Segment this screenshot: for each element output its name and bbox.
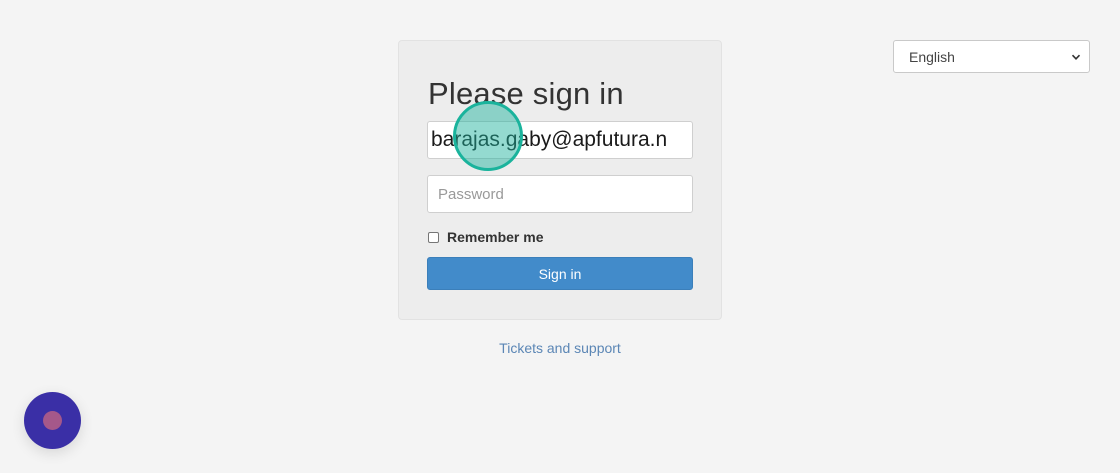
sign-in-page: English Please sign in barajas.gaby@apfu… [0, 0, 1120, 473]
tickets-support-link[interactable]: Tickets and support [0, 340, 1120, 356]
page-title: Please sign in [428, 76, 624, 111]
chat-launcher-button[interactable] [24, 392, 81, 449]
sign-in-card: Please sign in barajas.gaby@apfutura.n P… [398, 40, 722, 320]
sign-in-button-label: Sign in [538, 265, 582, 282]
chevron-down-icon [1071, 52, 1081, 62]
remember-me-label: Remember me [447, 229, 544, 245]
password-field[interactable]: Password [427, 175, 693, 213]
email-value: barajas.gaby@apfutura.n [431, 128, 668, 151]
tickets-support-link-label[interactable]: Tickets and support [499, 340, 621, 356]
sign-in-button[interactable]: Sign in [427, 257, 693, 290]
remember-me[interactable]: Remember me [428, 229, 544, 245]
remember-me-checkbox[interactable] [428, 231, 439, 243]
language-select-value: English [909, 48, 955, 65]
language-select[interactable]: English [893, 40, 1090, 73]
password-placeholder: Password [438, 185, 504, 203]
chat-icon [43, 411, 62, 430]
email-field[interactable]: barajas.gaby@apfutura.n [427, 121, 693, 159]
